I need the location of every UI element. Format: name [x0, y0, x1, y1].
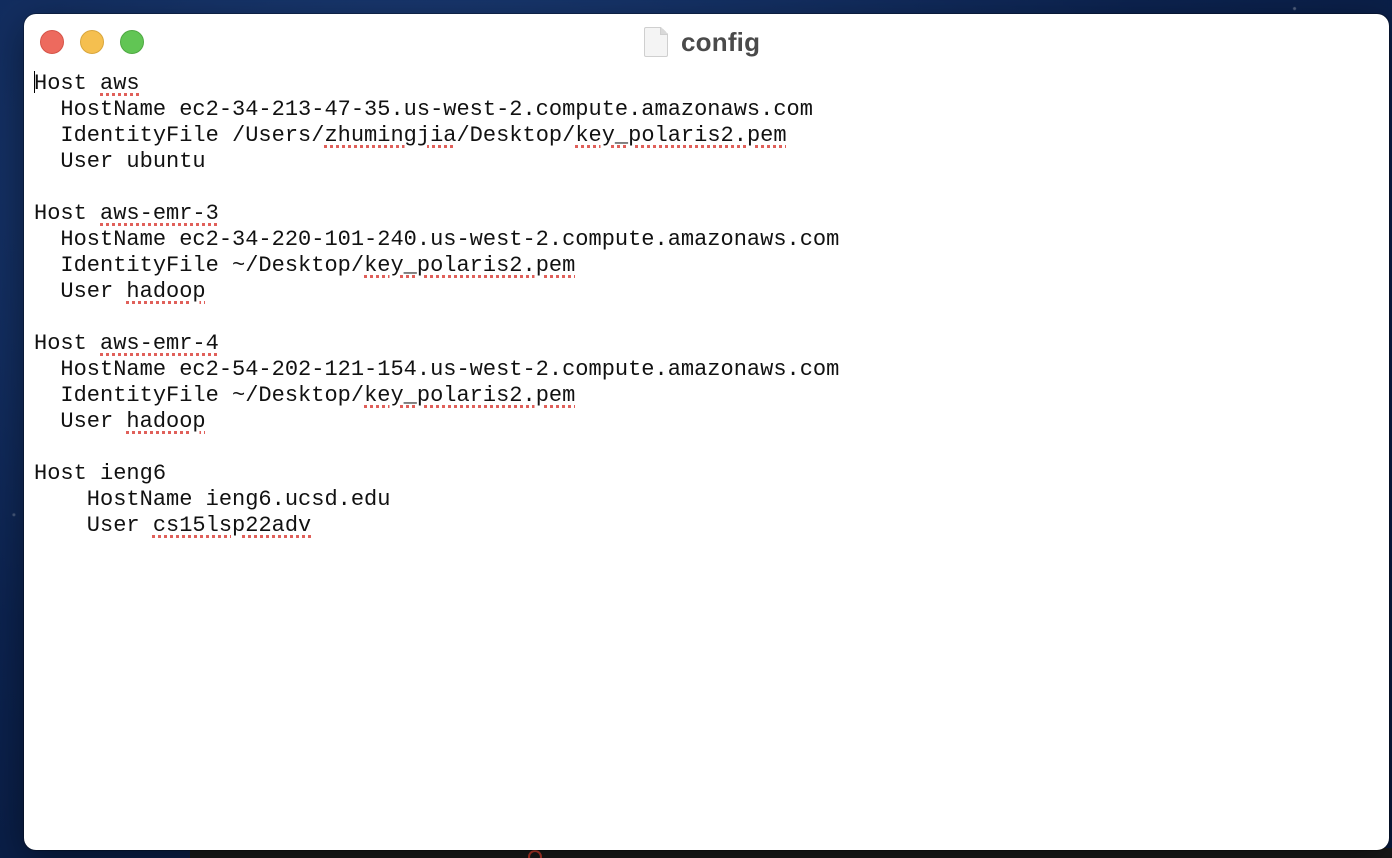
text-segment: HostName ec2-54-202-121-154.us-west-2.co…: [34, 357, 840, 382]
text-line[interactable]: IdentityFile ~/Desktop/key_polaris2.pem: [34, 383, 1389, 409]
misspelled-word: zhumingjia: [324, 123, 457, 148]
misspelled-word: cs15lsp22adv: [152, 513, 312, 538]
misspelled-word: key_polaris2.pem: [575, 123, 787, 148]
misspelled-word: aws-emr-4: [100, 331, 219, 356]
window-title-group: config: [644, 26, 760, 58]
document-icon[interactable]: [644, 27, 668, 57]
text-line[interactable]: Host aws-emr-4: [34, 331, 1389, 357]
text-line[interactable]: [34, 305, 1389, 331]
text-line[interactable]: HostName ieng6.ucsd.edu: [34, 487, 1389, 513]
text-segment: HostName ieng6.ucsd.edu: [34, 487, 391, 512]
title-bar[interactable]: config: [24, 14, 1389, 68]
text-line[interactable]: User cs15lsp22adv: [34, 513, 1389, 539]
text-segment: Host ieng6: [34, 461, 167, 486]
text-segment: User ubuntu: [34, 149, 206, 174]
text-line[interactable]: [34, 175, 1389, 201]
text-line[interactable]: IdentityFile /Users/zhumingjia/Desktop/k…: [34, 123, 1389, 149]
misspelled-word: hadoop: [126, 279, 206, 304]
text-segment: User: [34, 409, 127, 434]
text-line[interactable]: HostName ec2-54-202-121-154.us-west-2.co…: [34, 357, 1389, 383]
textedit-window: config Host aws HostName ec2-34-213-47-3…: [24, 14, 1389, 850]
close-button[interactable]: [40, 30, 64, 54]
text-line[interactable]: Host aws: [34, 71, 1389, 97]
text-line[interactable]: User ubuntu: [34, 149, 1389, 175]
misspelled-word: key_polaris2.pem: [364, 383, 576, 408]
text-editor-area[interactable]: Host aws HostName ec2-34-213-47-35.us-we…: [34, 71, 1389, 850]
text-line[interactable]: Host ieng6: [34, 461, 1389, 487]
text-line[interactable]: HostName ec2-34-213-47-35.us-west-2.comp…: [34, 97, 1389, 123]
text-segment: User: [34, 279, 127, 304]
text-segment: Host: [34, 331, 101, 356]
text-line[interactable]: IdentityFile ~/Desktop/key_polaris2.pem: [34, 253, 1389, 279]
text-line[interactable]: HostName ec2-34-220-101-240.us-west-2.co…: [34, 227, 1389, 253]
zoom-button[interactable]: [120, 30, 144, 54]
misspelled-word: hadoop: [126, 409, 206, 434]
text-segment: HostName ec2-34-213-47-35.us-west-2.comp…: [34, 97, 813, 122]
text-line[interactable]: User hadoop: [34, 409, 1389, 435]
text-segment: User: [34, 513, 153, 538]
text-segment: Host: [34, 71, 101, 96]
text-segment: HostName ec2-34-220-101-240.us-west-2.co…: [34, 227, 840, 252]
text-line[interactable]: User hadoop: [34, 279, 1389, 305]
misspelled-word: aws-emr-3: [100, 201, 219, 226]
text-segment: IdentityFile ~/Desktop/: [34, 253, 365, 278]
misspelled-word: aws: [100, 71, 140, 96]
text-line[interactable]: [34, 435, 1389, 461]
text-segment: Host: [34, 201, 101, 226]
text-segment: IdentityFile /Users/: [34, 123, 325, 148]
minimize-button[interactable]: [80, 30, 104, 54]
text-segment: /Desktop/: [456, 123, 576, 148]
misspelled-word: key_polaris2.pem: [364, 253, 576, 278]
text-segment: IdentityFile ~/Desktop/: [34, 383, 365, 408]
partial-app-icon: [528, 850, 542, 858]
text-line[interactable]: Host aws-emr-3: [34, 201, 1389, 227]
window-title: config: [681, 26, 761, 57]
